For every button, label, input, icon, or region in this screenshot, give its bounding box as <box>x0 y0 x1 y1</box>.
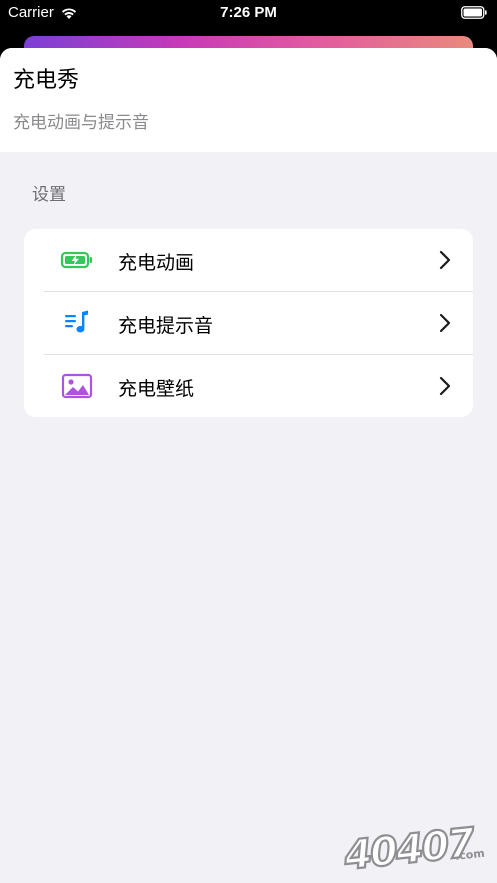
status-time: 7:26 PM <box>220 4 277 21</box>
page-subtitle: 充电动画与提示音 <box>13 113 149 133</box>
chevron-right-icon <box>439 250 451 270</box>
settings-row-label: 充电壁纸 <box>118 378 195 400</box>
settings-row-charging-sound[interactable]: 充电提示音 <box>24 292 473 354</box>
chevron-right-icon <box>439 313 451 333</box>
battery-icon <box>461 6 487 19</box>
chevron-right-icon <box>439 376 451 396</box>
settings-row-charging-animation[interactable]: 充电动画 <box>24 229 473 291</box>
status-bar: Carrier 7:26 PM <box>0 0 497 26</box>
watermark-text: 40407 <box>341 820 477 875</box>
page-title: 充电秀 <box>13 68 80 93</box>
settings-list: 充电动画 充电提示音 充电壁纸 <box>24 229 473 417</box>
battery-charging-icon <box>60 251 93 269</box>
watermark-suffix: .com <box>454 847 485 863</box>
music-note-list-icon <box>65 310 88 333</box>
modal-sheet: 充电秀 充电动画与提示音 设置 充电动画 充电提示音 充电壁纸 <box>0 48 497 883</box>
settings-row-label: 充电动画 <box>118 252 195 274</box>
watermark-logo: 40407 .com <box>340 820 485 875</box>
settings-row-label: 充电提示音 <box>118 315 214 337</box>
photo-icon <box>61 373 93 399</box>
sheet-header: 充电秀 充电动画与提示音 <box>0 48 497 152</box>
settings-row-charging-wallpaper[interactable]: 充电壁纸 <box>24 355 473 417</box>
section-header-settings: 设置 <box>32 185 66 205</box>
